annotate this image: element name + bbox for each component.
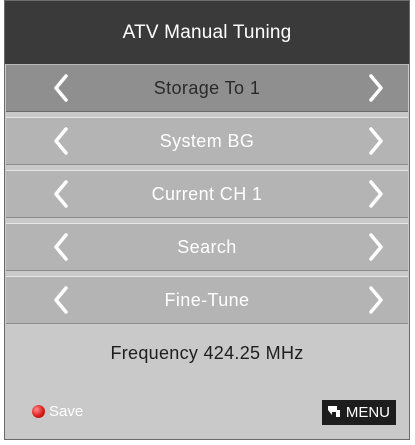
menu-item-current-channel[interactable]: Current CH 1 [6, 170, 408, 218]
chevron-right-icon[interactable] [364, 126, 388, 156]
menu-item-label: Current CH 1 [151, 183, 263, 204]
menu-item-label: Search [177, 236, 237, 257]
menu-item-label: Storage To 1 [153, 77, 261, 98]
save-label: Save [49, 403, 84, 420]
menu-item-search[interactable]: Search [6, 223, 408, 271]
chevron-right-icon[interactable] [364, 73, 388, 103]
chevron-left-icon[interactable] [49, 126, 73, 156]
panel-title-text: ATV Manual Tuning [122, 21, 292, 43]
red-dot-icon [32, 405, 45, 418]
chevron-left-icon[interactable] [49, 179, 73, 209]
chevron-left-icon[interactable] [49, 285, 73, 315]
menu-button-label: MENU [345, 404, 390, 421]
atv-manual-tuning-panel: ATV Manual Tuning Storage To 1 System BG… [4, 0, 410, 440]
menu-item-storage[interactable]: Storage To 1 [6, 64, 408, 112]
menu-item-label: Fine-Tune [164, 289, 250, 310]
frequency-readout: Frequency 424.25 MHz [110, 343, 304, 363]
chevron-left-icon[interactable] [49, 232, 73, 262]
chevron-right-icon[interactable] [364, 285, 388, 315]
chevron-right-icon[interactable] [364, 179, 388, 209]
save-button[interactable]: Save [32, 403, 83, 420]
return-arrow-icon [326, 403, 342, 423]
menu-item-fine-tune[interactable]: Fine-Tune [6, 276, 408, 324]
menu-button[interactable]: MENU [321, 400, 396, 425]
menu-item-label: System BG [159, 130, 255, 151]
chevron-left-icon[interactable] [49, 73, 73, 103]
chevron-right-icon[interactable] [364, 232, 388, 262]
menu-item-system[interactable]: System BG [6, 117, 408, 165]
panel-title: ATV Manual Tuning [5, 1, 409, 64]
